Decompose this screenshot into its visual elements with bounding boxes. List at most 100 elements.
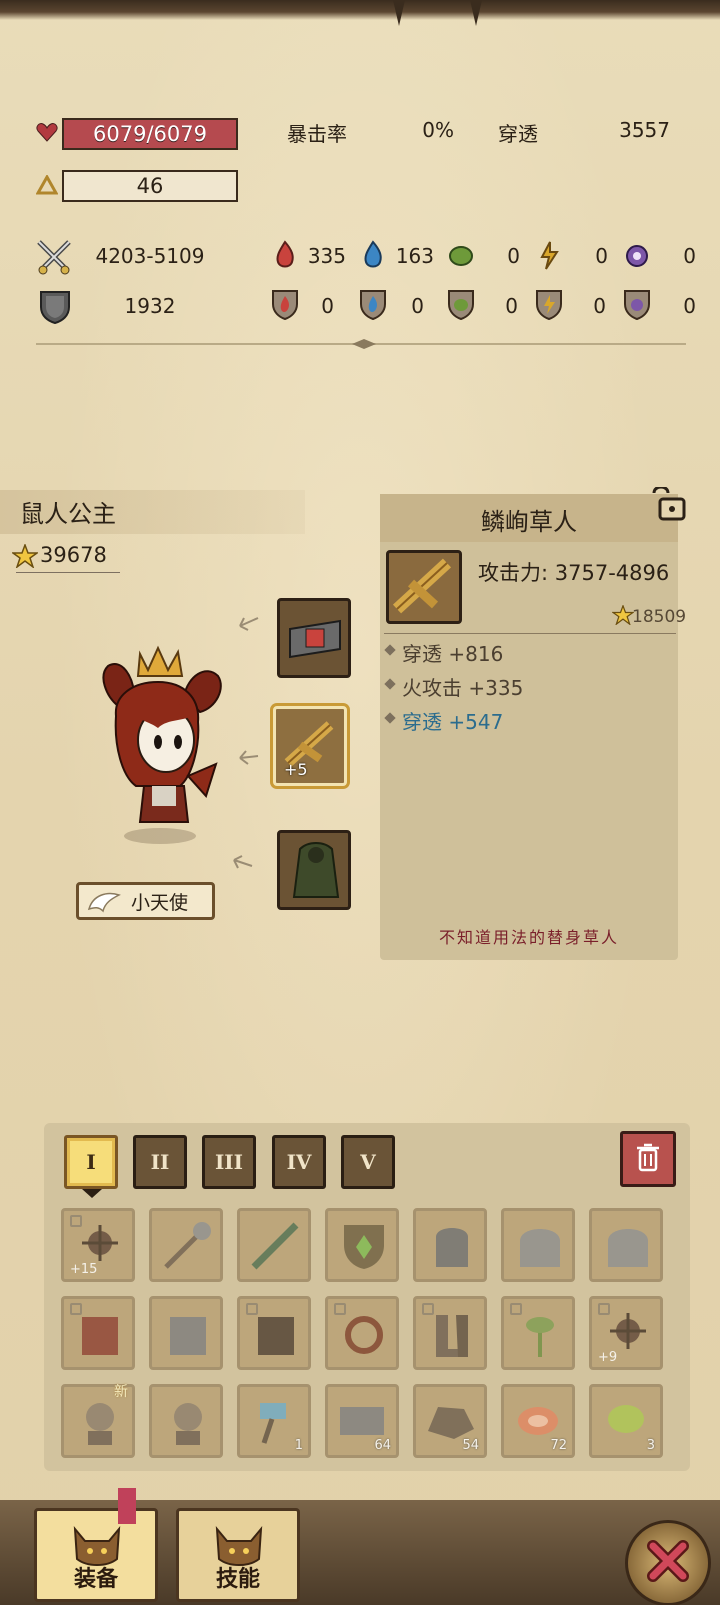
item-count: 3 <box>646 1438 655 1453</box>
tab-skills-label: 技能 <box>215 1567 260 1592</box>
equipped-slot-belt[interactable] <box>277 598 351 678</box>
attack-range-value: 4203-5109 <box>95 244 205 268</box>
iron-helmet-icon <box>516 1219 564 1277</box>
inventory-slot[interactable]: 72 <box>501 1384 575 1458</box>
lightning-resist-icon <box>534 288 564 322</box>
tab-page-4[interactable]: IV <box>272 1135 326 1189</box>
inventory-slot[interactable] <box>501 1296 575 1370</box>
trash-icon <box>634 1142 662 1176</box>
active-tab-indicator <box>82 1189 102 1198</box>
water-attack-icon <box>358 238 388 272</box>
inventory-slot[interactable] <box>237 1208 311 1282</box>
character-power: 39678 <box>40 543 107 567</box>
enhance-level: +15 <box>70 1262 98 1277</box>
hp-bar: 6079/6079 <box>62 118 238 150</box>
inventory-slot[interactable]: 64 <box>325 1384 399 1458</box>
pointer-arrow <box>234 748 260 768</box>
unlock-icon[interactable] <box>648 485 688 527</box>
spiked-item-icon <box>80 1223 120 1267</box>
item-divider <box>384 633 676 634</box>
inventory-slot[interactable]: 54 <box>413 1384 487 1458</box>
item-prop-2: 火攻击 +335 <box>402 676 524 700</box>
inventory-slot[interactable]: 3 <box>589 1384 663 1458</box>
tab-page-3[interactable]: III <box>202 1135 256 1189</box>
new-badge: 新 <box>114 1384 128 1400</box>
shield-icon <box>38 288 72 326</box>
boots-icon <box>428 1309 476 1365</box>
dark-attack-icon <box>622 238 652 272</box>
fire-resist-value: 0 <box>321 294 334 318</box>
tab-equipment-label: 装备 <box>73 1567 118 1592</box>
tab-page-5[interactable]: V <box>341 1135 395 1189</box>
top-border <box>0 0 720 26</box>
dark-armor-icon <box>252 1309 300 1365</box>
item-prop-1: 穿透 +816 <box>402 642 504 666</box>
wing-icon <box>87 889 121 920</box>
bookmark-ribbon <box>118 1488 136 1524</box>
inventory-slot[interactable] <box>149 1296 223 1370</box>
item-attack: 攻击力: 3757-4896 <box>478 561 670 585</box>
hammer-icon <box>250 1395 300 1451</box>
poison-attack-value: 0 <box>507 244 520 268</box>
enhance-level: +9 <box>598 1350 618 1365</box>
character-name: 鼠人公主 <box>20 500 116 528</box>
item-name: 鳞峋草人 <box>481 508 577 536</box>
dark-attack-value: 0 <box>683 244 696 268</box>
leather-armor-icon <box>76 1309 124 1365</box>
water-resist-value: 0 <box>411 294 424 318</box>
belt-item-icon <box>286 611 344 671</box>
title-badge[interactable]: 小天使 <box>76 882 215 920</box>
item-prop-3: 穿透 +547 <box>402 710 504 734</box>
bandit-portrait-icon <box>166 1397 210 1453</box>
divider-ornament-icon <box>352 336 376 350</box>
enhance-level: +5 <box>284 760 308 779</box>
chain-item-icon <box>340 1309 388 1365</box>
pierce-label: 穿透 <box>498 122 538 146</box>
item-score: 18509 <box>632 607 687 627</box>
inventory-slot[interactable] <box>501 1208 575 1282</box>
inventory-slot[interactable]: 新 <box>61 1384 135 1458</box>
inventory-slot[interactable] <box>149 1384 223 1458</box>
equipped-slot-armor[interactable] <box>277 830 351 910</box>
star-icon <box>10 542 40 572</box>
moss-armor-item-icon <box>288 839 344 907</box>
dark-resist-value: 0 <box>683 294 696 318</box>
crit-rate-value: 0% <box>422 118 454 142</box>
rune-shield-icon <box>340 1219 388 1277</box>
plant-item-icon <box>516 1309 564 1365</box>
item-count: 54 <box>462 1438 479 1453</box>
inventory-slot[interactable] <box>325 1296 399 1370</box>
tab-page-1[interactable]: I <box>64 1135 118 1189</box>
equipped-slot-scarecrow[interactable]: +5 <box>273 706 347 786</box>
item-count: 1 <box>294 1438 303 1453</box>
inventory-slot[interactable]: 1 <box>237 1384 311 1458</box>
inventory-slot[interactable] <box>413 1296 487 1370</box>
star-icon <box>611 604 635 629</box>
trash-button[interactable] <box>620 1131 676 1187</box>
mace-icon <box>160 1219 214 1277</box>
inventory-slot[interactable] <box>237 1296 311 1370</box>
inventory-slot[interactable] <box>149 1208 223 1282</box>
poison-resist-value: 0 <box>505 294 518 318</box>
crossed-swords-icon <box>34 238 74 276</box>
inventory-slot[interactable]: +15 <box>61 1208 135 1282</box>
item-count: 64 <box>374 1438 391 1453</box>
plate-armor-icon <box>164 1309 212 1365</box>
close-button[interactable] <box>625 1520 711 1605</box>
character-avatar[interactable] <box>88 636 228 846</box>
poison-attack-icon <box>446 238 476 272</box>
inventory-slot[interactable]: +9 <box>589 1296 663 1370</box>
inventory-slot[interactable] <box>413 1208 487 1282</box>
inventory-slot[interactable] <box>325 1208 399 1282</box>
water-attack-value: 163 <box>395 244 434 268</box>
tab-page-2[interactable]: II <box>133 1135 187 1189</box>
inventory-slot[interactable] <box>589 1208 663 1282</box>
pierce-value: 3557 <box>619 118 670 142</box>
tab-skills[interactable]: 技能 <box>176 1508 300 1602</box>
inventory-slot[interactable] <box>61 1296 135 1370</box>
fire-attack-icon <box>270 238 300 272</box>
item-description: 不知道用法的替身草人 <box>438 928 619 947</box>
lightning-resist-value: 0 <box>593 294 606 318</box>
tab-equipment[interactable]: 装备 <box>34 1508 158 1602</box>
iron-helmet-icon <box>604 1219 652 1277</box>
